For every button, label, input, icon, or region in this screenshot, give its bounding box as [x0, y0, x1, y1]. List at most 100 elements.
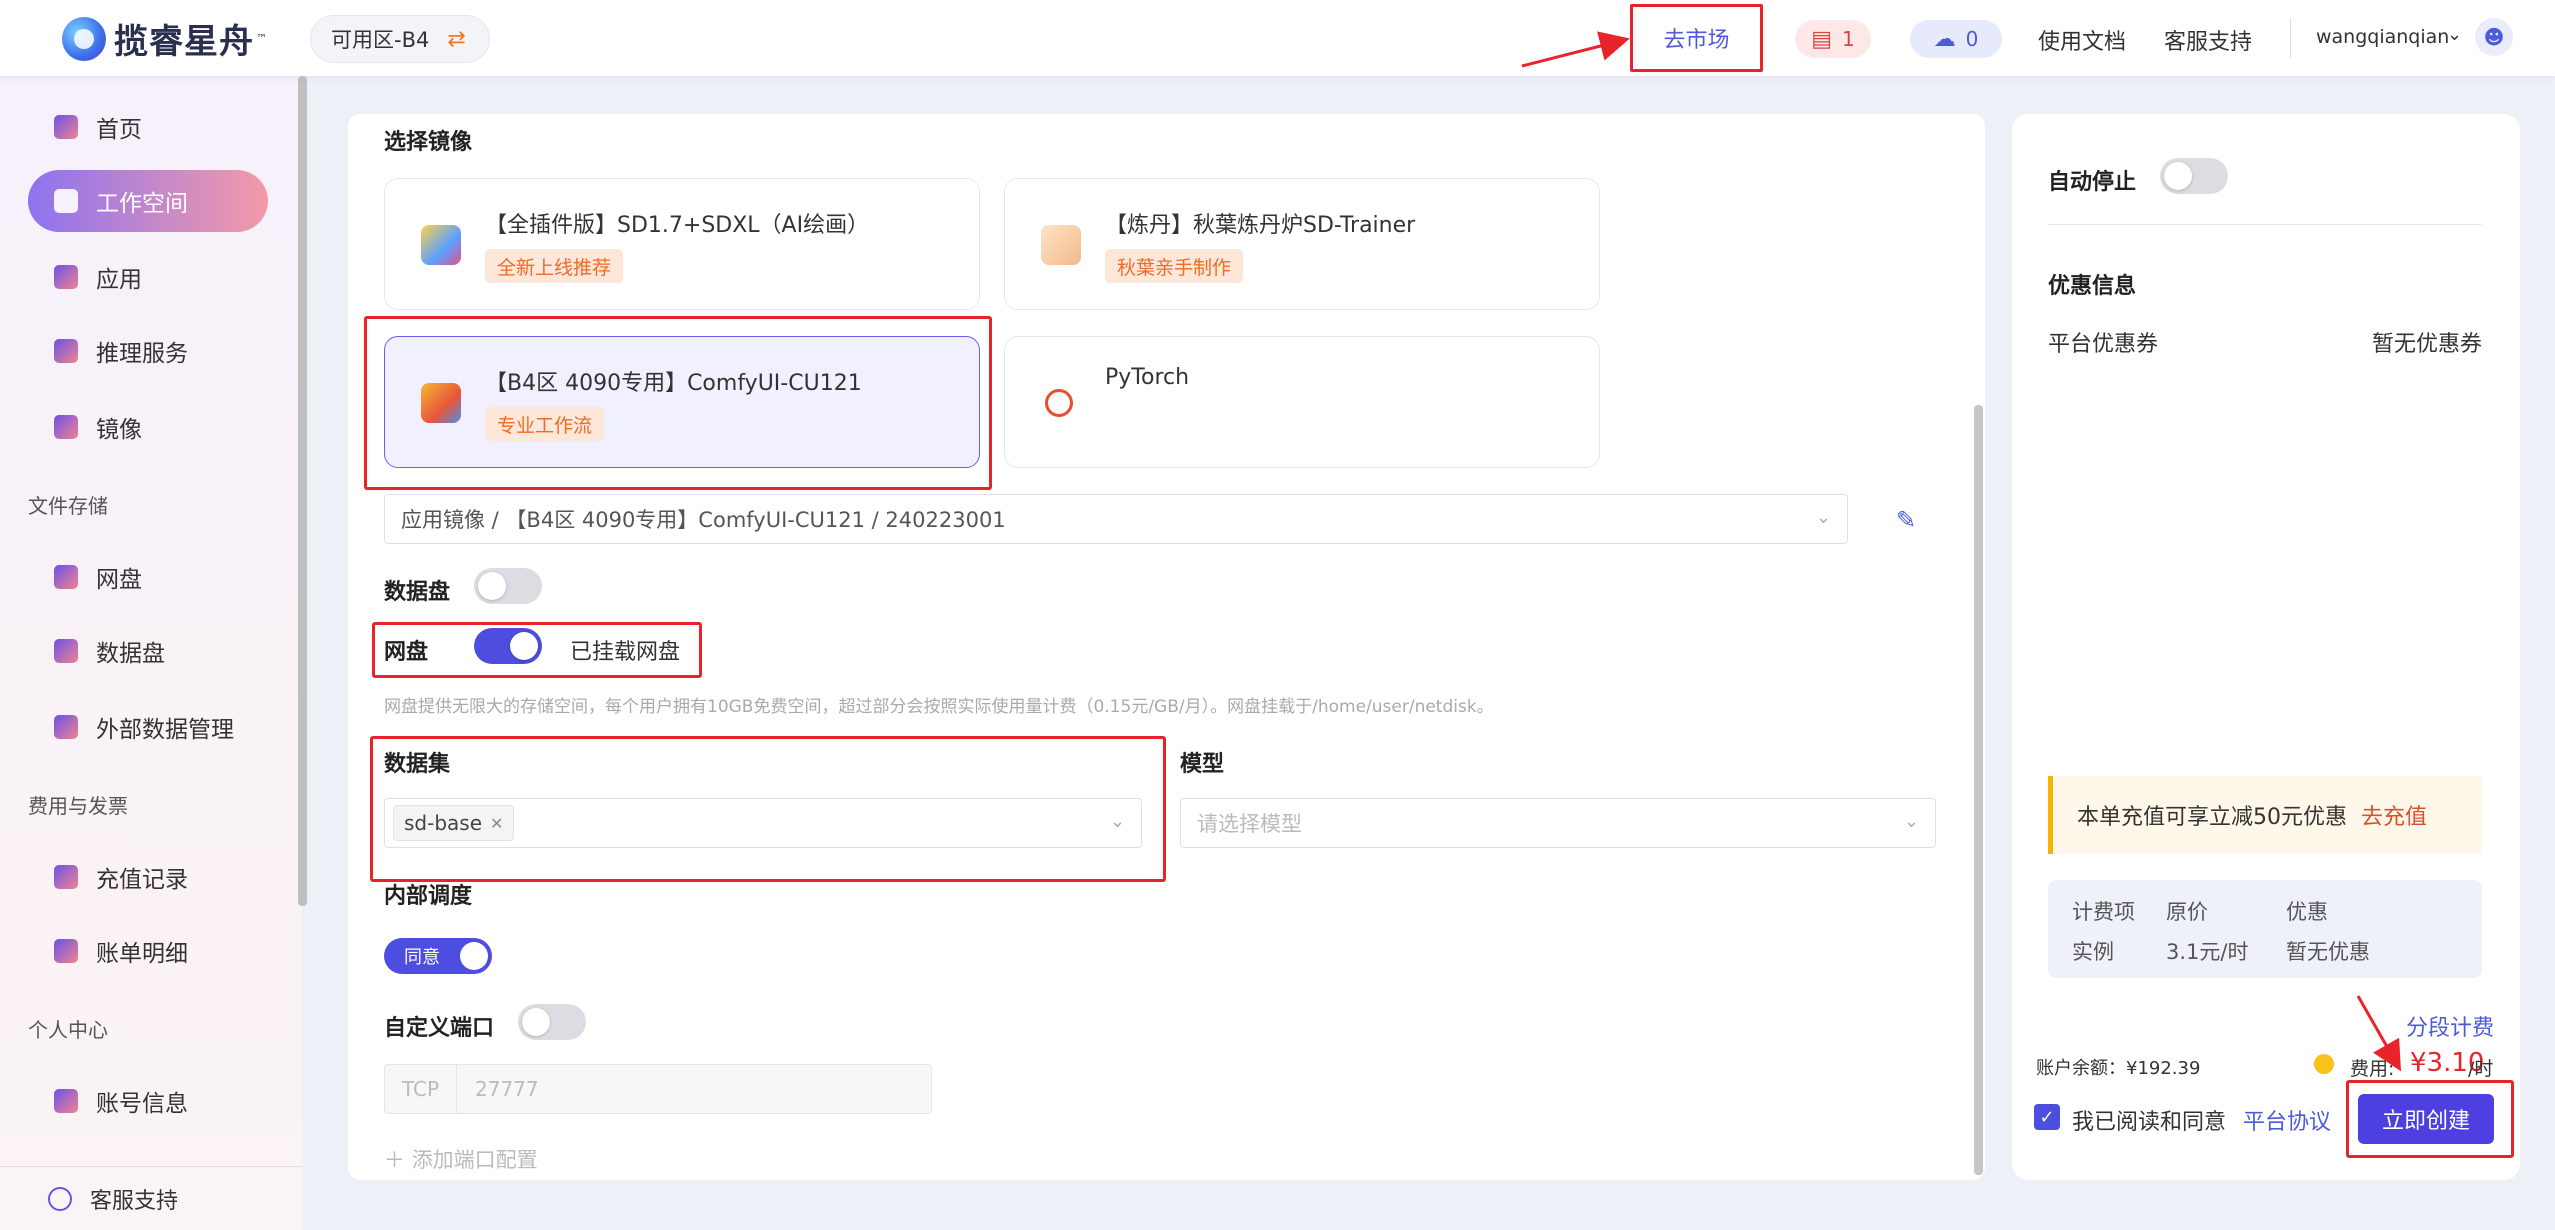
top-header: 揽睿星舟 ™ 可用区-B4 ⇄ 去市场 ▤ 1 ☁ 0 使用文档 客服支持 wa… — [0, 0, 2555, 76]
internal-schedule-toggle[interactable]: 同意 — [384, 938, 492, 974]
sidebar-item-apps[interactable]: 应用 — [28, 246, 268, 308]
sidebar-item-label: 充值记录 — [96, 867, 188, 893]
chevron-down-icon[interactable]: ⌄ — [2447, 24, 2462, 45]
edit-doc-icon — [54, 939, 78, 963]
custom-port-toggle[interactable] — [518, 1004, 586, 1040]
sidebar-item-recharge[interactable]: 充值记录 — [28, 846, 268, 908]
brand-name: 揽睿星舟 — [114, 22, 254, 62]
pytorch-icon — [1045, 389, 1073, 417]
fee-unit: /时 — [2468, 1058, 2494, 1080]
main-scrollbar[interactable] — [1974, 405, 1983, 1175]
sidebar-item-workspace[interactable]: 工作空间 — [28, 170, 268, 232]
inference-icon — [54, 339, 78, 363]
bill-cell: 实例 — [2072, 940, 2114, 964]
model-label: 模型 — [1180, 752, 1225, 777]
discount-title: 优惠信息 — [2048, 274, 2137, 299]
workspace-icon — [54, 189, 78, 213]
highlight-box-dataset — [370, 736, 1166, 882]
sidebar-item-images[interactable]: 镜像 — [28, 396, 268, 458]
bill-header: 原价 — [2166, 900, 2208, 924]
notice-icon: ▤ — [1811, 26, 1833, 52]
sidebar-item-label: 推理服务 — [96, 341, 188, 367]
sidebar-item-label: 外部数据管理 — [96, 717, 234, 743]
sidebar-item-label: 账单明细 — [96, 941, 188, 967]
download-icon — [54, 415, 78, 439]
support-link[interactable]: 客服支持 — [2164, 24, 2252, 56]
sidebar-item-label: 数据盘 — [96, 641, 165, 667]
segment-billing-link[interactable]: 分段计费 — [2406, 1010, 2494, 1042]
coupon-value: 暂无优惠券 — [2372, 332, 2483, 357]
image-path-value: 应用镜像 / 【B4区 4090专用】ComfyUI-CU121 / 24022… — [401, 508, 1006, 532]
highlight-box-image — [364, 316, 992, 490]
market-button[interactable]: 去市场 — [1630, 4, 1763, 72]
auto-stop-toggle[interactable] — [2160, 158, 2228, 194]
highlight-box-create — [2346, 1080, 2514, 1158]
sidebar-item-netdisk[interactable]: 网盘 — [28, 546, 268, 608]
netdisk-hint: 网盘提供无限大的存储空间，每个用户拥有10GB免费空间，超过部分会按照实际使用量… — [384, 697, 1494, 717]
plus-icon: ＋ — [384, 1148, 405, 1172]
data-disk-toggle[interactable] — [474, 568, 542, 604]
image-card-trainer[interactable]: 【炼丹】秋葉炼丹炉SD-Trainer 秋葉亲手制作 — [1004, 178, 1600, 310]
bill-header: 计费项 — [2072, 900, 2135, 924]
port-input[interactable]: 27777 — [457, 1065, 539, 1113]
upload-count: 0 — [1965, 27, 1979, 51]
sidebar-item-label: 镜像 — [96, 417, 142, 443]
image-title: PyTorch — [1105, 365, 1190, 390]
sidebar-group-storage: 文件存储 — [28, 494, 108, 518]
agree-text: 我已阅读和同意 平台协议 — [2072, 1104, 2331, 1136]
market-label: 去市场 — [1663, 28, 1730, 53]
zone-label: 可用区-B4 — [331, 28, 430, 52]
sidebar-support[interactable]: 客服支持 — [0, 1166, 302, 1230]
brand-trademark: ™ — [256, 32, 267, 45]
sidebar-item-home[interactable]: 首页 — [28, 96, 268, 158]
sidebar-item-bills[interactable]: 账单明细 — [28, 920, 268, 982]
header-divider — [2290, 18, 2291, 58]
brand-logo[interactable]: 揽睿星舟 ™ — [62, 14, 267, 63]
sidebar-item-inference[interactable]: 推理服务 — [28, 320, 268, 382]
chevron-down-icon: ⌄ — [1815, 507, 1831, 528]
internal-schedule-label: 内部调度 — [384, 884, 473, 909]
image-card-pytorch[interactable]: PyTorch — [1004, 336, 1600, 468]
sidebar-item-label: 应用 — [96, 267, 142, 293]
account-icon — [54, 1089, 78, 1113]
agreement-link[interactable]: 平台协议 — [2243, 1110, 2331, 1135]
sidebar-item-datadisk[interactable]: 数据盘 — [28, 620, 268, 682]
select-image-label: 选择镜像 — [384, 130, 473, 155]
sidebar-scrollbar[interactable] — [298, 76, 307, 906]
sidebar-item-account[interactable]: 账号信息 — [28, 1070, 268, 1132]
agree-label: 我已阅读和同意 — [2072, 1110, 2227, 1135]
recharge-link[interactable]: 去充值 — [2361, 799, 2427, 831]
coin-icon — [2314, 1054, 2334, 1074]
zone-selector[interactable]: 可用区-B4 ⇄ — [310, 15, 490, 63]
switch-icon: ⇄ — [447, 26, 466, 52]
docs-link[interactable]: 使用文档 — [2038, 24, 2126, 56]
agree-toggle-label: 同意 — [404, 947, 440, 968]
list-icon — [54, 865, 78, 889]
notice-count: 1 — [1842, 27, 1855, 51]
avatar[interactable]: ☻ — [2475, 18, 2513, 56]
model-select[interactable]: 请选择模型 ⌄ — [1180, 798, 1936, 848]
anime-avatar-icon — [1041, 225, 1081, 265]
chart-icon — [54, 565, 78, 589]
panel-divider — [2048, 224, 2482, 225]
bill-header: 优惠 — [2286, 900, 2328, 924]
home-icon — [54, 115, 78, 139]
username[interactable]: wangqianqian — [2316, 26, 2449, 48]
image-path-select[interactable]: 应用镜像 / 【B4区 4090专用】ComfyUI-CU121 / 24022… — [384, 494, 1848, 544]
upload-badge[interactable]: ☁ 0 — [1910, 20, 2002, 58]
account-balance: 账户余额：¥192.39 — [2036, 1058, 2201, 1079]
image-tag: 秋葉亲手制作 — [1105, 249, 1244, 283]
notification-badge[interactable]: ▤ 1 — [1795, 20, 1871, 58]
custom-port-label: 自定义端口 — [384, 1016, 495, 1041]
sidebar-item-label: 网盘 — [96, 567, 142, 593]
folder-icon — [54, 639, 78, 663]
add-port-button[interactable]: ＋ 添加端口配置 — [384, 1144, 538, 1174]
apps-icon — [54, 265, 78, 289]
pencil-icon[interactable]: ✎ — [1896, 506, 1916, 534]
highlight-box-netdisk — [372, 622, 702, 678]
port-input-group[interactable]: TCP 27777 — [384, 1064, 932, 1114]
image-card-sd[interactable]: 【全插件版】SD1.7+SDXL（AI绘画） 全新上线推荐 — [384, 178, 980, 310]
agree-checkbox[interactable]: ✓ — [2034, 1104, 2060, 1130]
sidebar-item-external-data[interactable]: 外部数据管理 — [28, 696, 268, 758]
promo-text: 本单充值可享立减50元优惠 — [2077, 805, 2347, 830]
